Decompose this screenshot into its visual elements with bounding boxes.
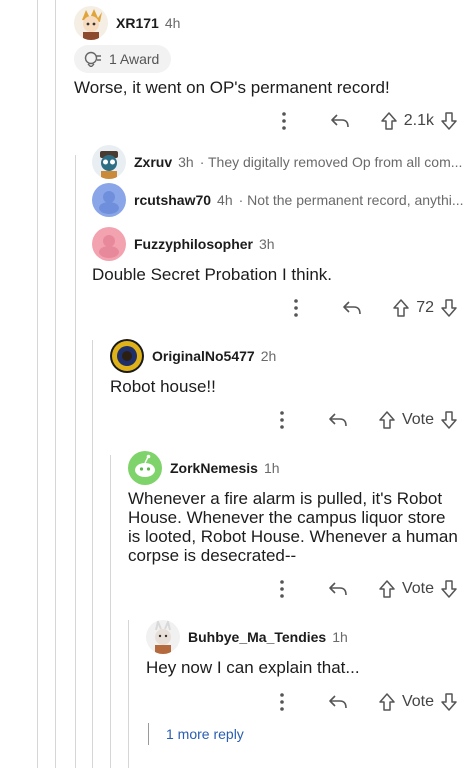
downvote-icon[interactable] [440,692,458,712]
vote-count: 72 [416,299,434,316]
avatar[interactable] [92,227,126,261]
reply-icon [343,301,362,315]
timestamp: 2h [260,348,277,364]
downvote-icon[interactable] [440,111,458,131]
vote-label: Vote [401,693,434,710]
username[interactable]: XR171 [116,15,159,31]
downvote-icon[interactable] [440,579,458,599]
vote-controls: Vote [378,692,458,712]
reply-button[interactable] [328,112,352,130]
comment-body: Hey now I can explain that... [146,658,360,677]
timestamp: 1h [263,460,280,476]
vote-label: Vote [401,411,434,428]
reply-icon [330,114,349,128]
comment-actions: Vote [272,575,458,603]
thread-line [128,620,129,768]
thread-line [55,0,56,768]
comment-header: XR171 4h [74,6,180,40]
reply-button[interactable] [340,299,364,317]
collapsed-comment[interactable]: Zxruv 3h · They digitally removed Op fro… [92,145,464,179]
timestamp: 3h [259,236,275,252]
more-vertical-icon [281,112,286,130]
avatar[interactable] [128,451,162,485]
timestamp: 3h [178,154,194,170]
comment-actions: 72 [286,294,458,322]
upvote-icon[interactable] [380,111,398,131]
username[interactable]: OriginalNo5477 [152,348,255,364]
more-vertical-icon [280,411,284,429]
comment-actions: 2.1k [274,107,458,135]
username[interactable]: Fuzzyphilosopher [134,236,253,252]
upvote-icon[interactable] [378,692,396,712]
comment-header: ZorkNemesis 1h [128,451,280,485]
comment-header: Buhbye_Ma_Tendies 1h [146,620,348,654]
award-icon [84,51,101,67]
timestamp: 1h [332,629,348,645]
vote-controls: 2.1k [380,111,458,131]
avatar[interactable] [74,6,108,40]
comment-line: Whenever a fire alarm is pulled, it's Ro… [128,489,443,508]
more-vertical-icon [280,693,284,711]
reply-button[interactable] [326,580,350,598]
comment-header: Fuzzyphilosopher 3h [92,227,275,261]
comment-body: Whenever a fire alarm is pulled, it's Ro… [128,489,458,565]
more-options-button[interactable] [286,299,306,317]
more-replies-link[interactable]: 1 more reply [166,726,244,742]
avatar[interactable] [92,183,126,217]
comment-header: OriginalNo5477 2h [110,339,276,373]
upvote-icon[interactable] [378,579,396,599]
username[interactable]: Buhbye_Ma_Tendies [188,629,326,645]
comment-actions: Vote [272,406,458,434]
reply-icon [329,695,347,709]
vote-controls: Vote [378,410,458,430]
comment-body: Robot house!! [110,377,216,396]
reply-icon [329,413,347,427]
reply-button[interactable] [326,411,350,429]
thread-line [148,723,149,745]
username[interactable]: Zxruv [134,154,172,170]
timestamp: 4h [217,192,233,208]
comment-preview: · They digitally removed Op from all com… [199,154,463,170]
thread-line [92,340,93,768]
downvote-icon[interactable] [440,410,458,430]
award-count: 1 Award [109,51,160,67]
comment-body: Double Secret Probation I think. [92,265,333,284]
more-options-button[interactable] [274,112,294,130]
more-vertical-icon [294,299,299,317]
avatar[interactable] [92,145,126,179]
reply-icon [329,582,347,596]
vote-count: 2.1k [403,112,434,129]
timestamp: 4h [164,15,181,31]
more-vertical-icon [280,580,284,598]
more-options-button[interactable] [272,580,292,598]
collapsed-comment[interactable]: rcutshaw70 4h · Not the permanent record… [92,183,464,217]
avatar[interactable] [110,339,144,373]
award-badge[interactable]: 1 Award [74,45,172,73]
comment-line: corpse is desecrated-- [128,546,297,565]
vote-label: Vote [401,580,434,597]
reply-button[interactable] [326,693,350,711]
more-options-button[interactable] [272,411,292,429]
thread-line [75,155,76,768]
comment-body: Worse, it went on OP's permanent record! [74,78,390,97]
downvote-icon[interactable] [440,298,458,318]
comment-preview: · Not the permanent record, anythi... [238,192,464,208]
username[interactable]: rcutshaw70 [134,192,211,208]
username[interactable]: ZorkNemesis [170,460,258,476]
thread-line [110,455,111,768]
vote-controls: 72 [392,298,458,318]
vote-controls: Vote [378,579,458,599]
thread-line [37,0,38,768]
more-options-button[interactable] [272,693,292,711]
comment-line: House. Whenever the campus liquor store [128,508,446,527]
comment-line: is looted, Robot House. Whenever a human [128,527,458,546]
upvote-icon[interactable] [392,298,410,318]
comment-actions: Vote [272,688,458,716]
avatar[interactable] [146,620,180,654]
upvote-icon[interactable] [378,410,396,430]
